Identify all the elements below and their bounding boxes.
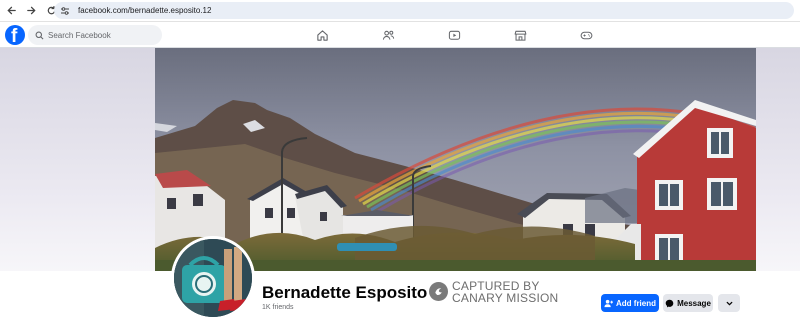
add-friend-icon: [604, 299, 613, 307]
browser-toolbar: facebook.com/bernadette.esposito.12: [0, 0, 800, 22]
chevron-down-icon: [726, 301, 732, 306]
more-options-button[interactable]: [718, 294, 740, 312]
site-info-icon[interactable]: [60, 6, 70, 16]
watermark-line-2: CANARY MISSION: [452, 291, 559, 305]
search-box[interactable]: [28, 25, 162, 45]
video-icon: [448, 30, 460, 40]
add-friend-button[interactable]: Add friend: [601, 294, 659, 312]
message-button[interactable]: Message: [663, 294, 713, 312]
marketplace-icon: [514, 30, 526, 41]
tab-home[interactable]: [314, 27, 330, 43]
home-icon: [316, 29, 328, 41]
friends-icon: [382, 30, 394, 40]
search-input[interactable]: [48, 30, 158, 40]
forward-button[interactable]: [22, 2, 40, 20]
tab-gaming[interactable]: [578, 27, 594, 43]
profile-name: Bernadette Esposito: [262, 283, 428, 302]
url-text[interactable]: facebook.com/bernadette.esposito.12: [78, 6, 211, 15]
profile-picture[interactable]: [171, 236, 255, 320]
arrow-left-icon: [6, 6, 16, 15]
gaming-icon: [580, 31, 592, 39]
message-label: Message: [677, 298, 711, 308]
tab-video[interactable]: [446, 27, 462, 43]
cover-photo[interactable]: [155, 48, 756, 271]
messenger-icon: [665, 299, 674, 307]
back-button[interactable]: [2, 2, 20, 20]
watermark-logo-icon: [429, 282, 448, 301]
add-friend-label: Add friend: [616, 298, 656, 308]
arrow-right-icon: [26, 6, 36, 15]
tab-marketplace[interactable]: [512, 27, 528, 43]
facebook-header: f: [0, 22, 800, 48]
friend-count[interactable]: 1K friends: [262, 304, 294, 311]
search-icon: [35, 31, 44, 39]
facebook-logo[interactable]: f: [5, 25, 25, 45]
tab-friends[interactable]: [380, 27, 396, 43]
address-bar[interactable]: facebook.com/bernadette.esposito.12: [54, 2, 794, 19]
